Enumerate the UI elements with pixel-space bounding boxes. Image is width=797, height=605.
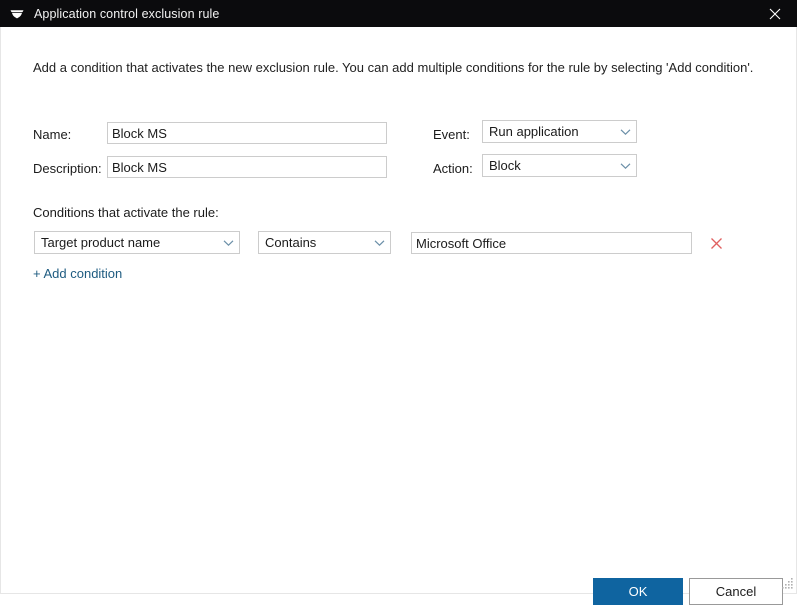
name-label: Name: [33, 127, 72, 142]
chevron-down-icon [368, 239, 390, 247]
title-bar: Application control exclusion rule [0, 0, 797, 27]
intro-text: Add a condition that activates the new e… [33, 60, 754, 75]
close-icon [769, 8, 780, 19]
action-dropdown[interactable]: Block [482, 154, 637, 177]
close-button[interactable] [752, 0, 797, 27]
add-condition-link[interactable]: + Add condition [33, 266, 122, 281]
condition-row: Target product name Contains [1, 231, 796, 255]
window-title: Application control exclusion rule [34, 6, 220, 21]
conditions-section-label: Conditions that activate the rule: [33, 205, 219, 220]
remove-x-icon [710, 237, 722, 249]
event-dropdown[interactable]: Run application [482, 120, 637, 143]
ok-button[interactable]: OK [593, 578, 683, 605]
chevron-down-icon [614, 162, 636, 170]
f-secure-shield-icon [4, 0, 30, 27]
remove-condition-button[interactable] [706, 233, 726, 253]
cancel-button[interactable]: Cancel [689, 578, 783, 605]
event-dropdown-value: Run application [489, 124, 579, 139]
event-label: Event: [433, 127, 470, 142]
condition-operator-dropdown[interactable]: Contains [258, 231, 391, 254]
condition-attribute-value: Target product name [41, 235, 161, 250]
action-label: Action: [433, 161, 473, 176]
resize-grip[interactable] [780, 577, 794, 591]
chevron-down-icon [217, 239, 239, 247]
action-dropdown-value: Block [489, 158, 521, 173]
condition-value-input[interactable] [411, 232, 692, 254]
name-input[interactable] [107, 122, 387, 144]
description-label: Description: [33, 161, 102, 176]
description-input[interactable] [107, 156, 387, 178]
condition-operator-value: Contains [265, 235, 317, 250]
dialog-content: Add a condition that activates the new e… [0, 27, 797, 605]
dialog-window: Application control exclusion rule Add a… [0, 0, 797, 605]
chevron-down-icon [614, 128, 636, 136]
condition-attribute-dropdown[interactable]: Target product name [34, 231, 240, 254]
